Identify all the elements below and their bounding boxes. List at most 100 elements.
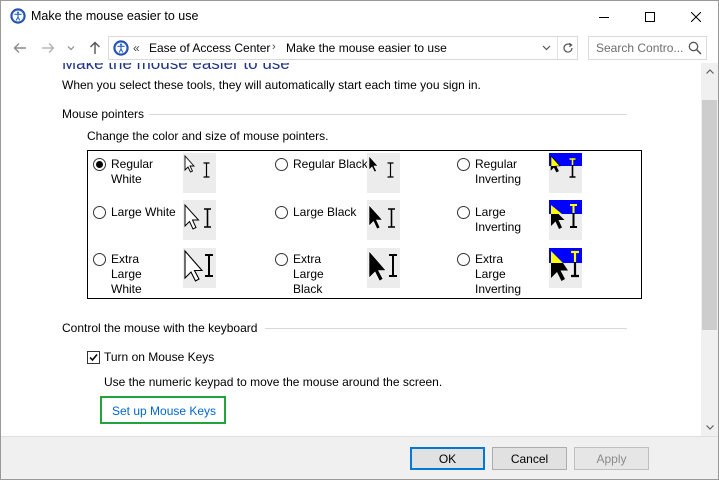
radio-extra-large-inverting[interactable] <box>457 253 470 266</box>
radio-extra-large-black[interactable] <box>275 253 288 266</box>
checkmark-icon <box>89 353 98 361</box>
address-bar[interactable]: « Ease of Access Center › Make the mouse… <box>108 36 578 60</box>
preview-large-white <box>183 200 216 240</box>
cursor-preview-icon <box>368 155 394 178</box>
refresh-button[interactable] <box>557 37 577 59</box>
content-pane: Make the mouse easier to use When you se… <box>1 63 701 436</box>
section-divider <box>265 328 627 329</box>
pointers-subtext: Change the color and size of mouse point… <box>87 129 329 143</box>
dialog-footer: OK Cancel Apply <box>1 436 718 479</box>
option-extra-large-black[interactable]: Extra Large Black <box>275 252 355 297</box>
maximize-button[interactable] <box>627 1 673 32</box>
apply-button[interactable]: Apply <box>574 447 649 470</box>
ok-button[interactable]: OK <box>410 447 485 470</box>
vertical-scrollbar[interactable] <box>701 63 718 436</box>
chevron-down-icon <box>705 425 714 430</box>
mouse-keys-label[interactable]: Turn on Mouse Keys <box>104 350 214 364</box>
option-large-inverting[interactable]: Large Inverting <box>457 205 537 235</box>
scroll-up-button[interactable] <box>701 63 718 80</box>
ease-of-access-icon <box>10 8 26 24</box>
close-button[interactable] <box>673 1 718 32</box>
option-large-black[interactable]: Large Black <box>275 205 368 220</box>
preview-extra-large-white <box>183 248 216 288</box>
forward-button[interactable] <box>38 38 58 58</box>
breadcrumb-ease-of-access-center[interactable]: Ease of Access Center <box>149 41 270 55</box>
option-label: Extra Large White <box>111 252 142 296</box>
search-icon[interactable] <box>688 41 702 55</box>
keyboard-control-heading: Control the mouse with the keyboard <box>62 321 258 335</box>
window-title: Make the mouse easier to use <box>31 9 199 23</box>
recent-locations-button[interactable] <box>64 38 78 58</box>
option-extra-large-white[interactable]: Extra Large White <box>93 252 173 297</box>
option-regular-inverting[interactable]: Regular Inverting <box>457 157 537 187</box>
cursor-preview-icon <box>549 153 582 178</box>
scroll-down-button[interactable] <box>701 419 718 436</box>
section-divider <box>149 114 627 115</box>
up-button[interactable] <box>85 38 105 58</box>
cursor-preview-icon <box>184 203 211 230</box>
option-regular-white[interactable]: Regular White <box>93 157 173 187</box>
maximize-icon <box>645 11 655 22</box>
cursor-preview-icon <box>549 248 582 281</box>
search-input[interactable] <box>589 37 685 59</box>
back-button[interactable] <box>10 38 30 58</box>
radio-regular-black[interactable] <box>275 158 288 171</box>
option-label: Extra Large Black <box>293 252 324 296</box>
preview-large-black <box>367 200 400 240</box>
cursor-preview-icon <box>184 154 210 178</box>
mouse-keys-option[interactable]: Turn on Mouse Keys <box>87 350 214 364</box>
mouse-pointers-heading: Mouse pointers <box>62 107 145 121</box>
option-label: Large White <box>111 205 176 219</box>
arrow-right-icon <box>42 43 55 53</box>
preview-regular-black <box>367 153 400 193</box>
option-label: Regular Black <box>293 157 368 171</box>
close-icon <box>691 11 701 22</box>
page-title: Make the mouse easier to use <box>62 63 290 73</box>
preview-regular-white <box>183 153 216 193</box>
preview-regular-inverting <box>549 153 582 193</box>
option-regular-black[interactable]: Regular Black <box>275 157 368 172</box>
setup-link-highlight: Set up Mouse Keys <box>100 396 226 424</box>
navigation-bar: « Ease of Access Center › Make the mouse… <box>1 34 718 62</box>
radio-regular-inverting[interactable] <box>457 158 470 171</box>
radio-extra-large-white[interactable] <box>93 253 106 266</box>
arrow-up-icon <box>90 41 100 54</box>
breadcrumb-overflow-chevron[interactable]: « <box>133 41 140 55</box>
cancel-button[interactable]: Cancel <box>492 447 567 470</box>
option-label: Large Inverting <box>475 205 522 234</box>
preview-extra-large-black <box>367 248 400 288</box>
set-up-mouse-keys-link[interactable]: Set up Mouse Keys <box>112 404 216 418</box>
search-box[interactable] <box>588 36 707 60</box>
option-label: Regular Inverting <box>475 157 522 186</box>
mouse-keys-checkbox[interactable] <box>87 350 100 364</box>
chevron-down-icon <box>67 46 75 51</box>
address-dropdown-button[interactable] <box>537 37 555 59</box>
minimize-button[interactable] <box>581 1 627 32</box>
chevron-up-icon <box>705 69 714 74</box>
scroll-thumb[interactable] <box>702 100 717 330</box>
mouse-keys-description: Use the numeric keypad to move the mouse… <box>104 375 443 389</box>
option-label: Extra Large Inverting <box>475 252 522 296</box>
cursor-preview-icon <box>368 250 397 282</box>
preview-extra-large-inverting <box>549 248 582 288</box>
chevron-down-icon <box>542 45 550 51</box>
arrow-left-icon <box>13 43 26 53</box>
option-extra-large-inverting[interactable]: Extra Large Inverting <box>457 252 537 297</box>
pointer-options-group: Regular White Regular Black Regular Inve… <box>87 150 642 299</box>
control-panel-window: Make the mouse easier to use « Ease of A… <box>0 0 719 480</box>
radio-large-white[interactable] <box>93 206 106 219</box>
radio-large-inverting[interactable] <box>457 206 470 219</box>
intro-text: When you select these tools, they will a… <box>62 78 481 92</box>
radio-large-black[interactable] <box>275 206 288 219</box>
preview-large-inverting <box>549 200 582 240</box>
cursor-preview-icon <box>368 204 395 230</box>
option-label: Large Black <box>293 205 357 219</box>
cursor-preview-icon <box>184 249 213 282</box>
radio-regular-white[interactable] <box>93 158 106 171</box>
refresh-icon <box>562 42 573 53</box>
option-label: Regular White <box>111 157 154 186</box>
breadcrumb-separator[interactable]: › <box>272 41 276 53</box>
breadcrumb-make-mouse-easier[interactable]: Make the mouse easier to use <box>286 41 447 55</box>
ease-of-access-icon <box>113 40 129 56</box>
option-large-white[interactable]: Large White <box>93 205 186 220</box>
